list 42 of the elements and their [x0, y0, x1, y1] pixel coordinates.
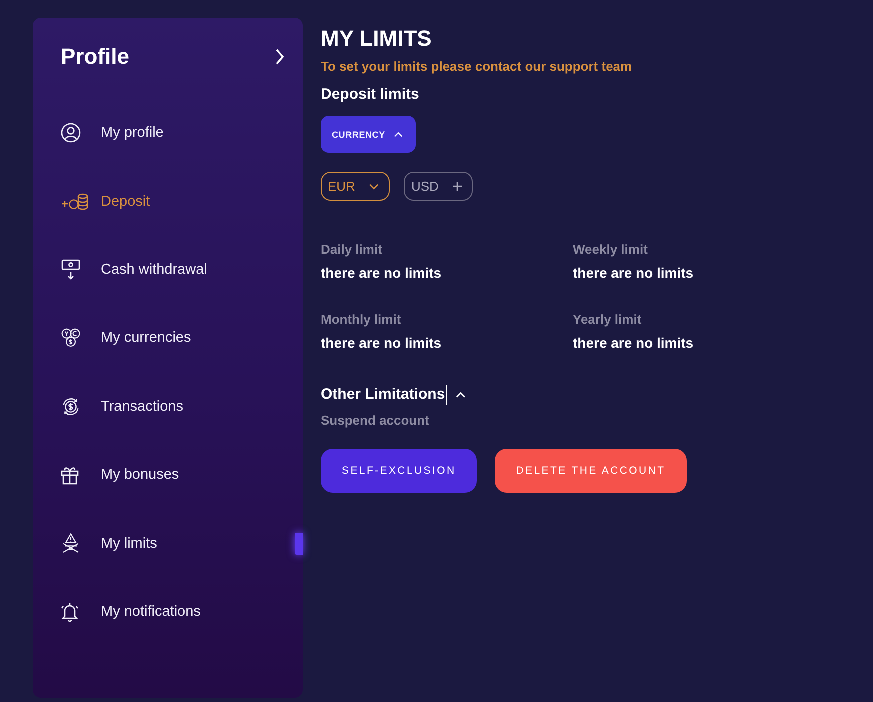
section-title: Deposit limits	[321, 86, 420, 104]
self-exclusion-button[interactable]: SELF-EXCLUSION	[321, 449, 478, 493]
sidebar-item[interactable]: Transactions	[33, 372, 303, 441]
text-cursor	[446, 385, 448, 405]
bell-icon	[61, 602, 79, 622]
banknote-arrow-icon	[61, 258, 81, 281]
limit-value: there are no limits	[573, 264, 695, 282]
user-circle-icon	[61, 123, 81, 144]
sidebar-item[interactable]: Deposit	[33, 167, 303, 236]
page-title: MY LIMITS	[321, 26, 432, 52]
limit-label: Yearly limit	[573, 312, 643, 328]
sidebar-title: Profile	[61, 44, 130, 70]
sidebar-item[interactable]: My bonuses	[33, 440, 303, 510]
chevron-down-icon	[369, 184, 380, 190]
sidebar-item[interactable]: My currencies	[33, 304, 303, 373]
limit-value: there are no limits	[321, 264, 443, 282]
currency-chip[interactable]: USD	[404, 172, 473, 201]
coin-arrows-icon	[61, 396, 81, 417]
currency-chip[interactable]: EUR	[321, 172, 390, 201]
sidebar-item[interactable]: My profile	[33, 99, 303, 168]
caret-icon	[394, 132, 404, 138]
sidebar-item[interactable]: My notifications	[33, 578, 303, 646]
limit-value: there are no limits	[321, 334, 443, 352]
limit-label: Daily limit	[321, 242, 384, 258]
coin-stack-icon	[61, 192, 89, 211]
limit-value: there are no limits	[573, 334, 695, 352]
warning-icon	[61, 533, 81, 554]
collapse-button[interactable]	[275, 49, 285, 65]
notice-text: To set your limits please contact our support team	[321, 59, 632, 75]
currency-toggle[interactable]: CURRENCY	[321, 116, 416, 153]
caret-icon	[456, 392, 466, 398]
limit-label: Monthly limit	[321, 312, 402, 328]
subsection-label: Suspend account	[321, 413, 430, 429]
plus-icon	[452, 182, 462, 191]
sidebar-item[interactable]: My limits	[33, 509, 303, 578]
sidebar-item[interactable]: Cash withdrawal	[33, 236, 303, 304]
gift-icon	[61, 465, 79, 486]
three-coins-icon	[61, 328, 81, 348]
limit-label: Weekly limit	[573, 242, 649, 258]
other-limitations-toggle[interactable]: Other Limitations	[321, 385, 466, 405]
chevron-right-icon	[275, 49, 285, 65]
active-indicator	[295, 532, 303, 555]
